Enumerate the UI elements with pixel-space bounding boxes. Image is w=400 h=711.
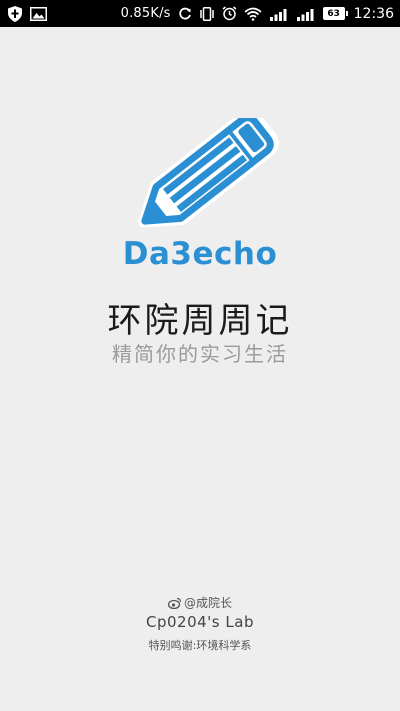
status-bar: 0.85K/s 63 12:36 [0, 0, 400, 27]
shield-icon [8, 5, 22, 22]
weibo-icon [167, 597, 182, 609]
thanks-credit: 特别鸣谢:环境科学系 [148, 639, 252, 652]
app-title: 环院周周记 [107, 301, 293, 341]
brand-name: Da3echo [122, 236, 278, 272]
status-bar-left [8, 5, 47, 22]
weibo-handle: @成院长 [183, 596, 232, 610]
battery-icon: 63 [322, 7, 348, 20]
signal-icon [269, 7, 289, 21]
alarm-icon [222, 6, 237, 21]
app-logo [120, 109, 280, 238]
battery-level: 63 [327, 8, 340, 19]
sync-icon [178, 7, 192, 21]
vibrate-icon [199, 6, 215, 21]
lab-credit: Cp0204's Lab [146, 613, 254, 631]
signal-icon [296, 7, 316, 21]
pencil-icon [138, 109, 279, 228]
app-slogan: 精简你的实习生活 [112, 342, 288, 366]
weibo-credit: @成院长 [0, 594, 400, 611]
status-bar-right: 0.85K/s 63 12:36 [121, 6, 394, 22]
wifi-icon [244, 7, 262, 21]
status-clock: 12:36 [353, 5, 394, 22]
network-speed: 0.85K/s [120, 6, 171, 21]
splash-screen: 0.85K/s 63 12:36 Da3echo 环院周周记 精简你的实习生活 … [0, 0, 400, 711]
image-icon [30, 6, 47, 21]
